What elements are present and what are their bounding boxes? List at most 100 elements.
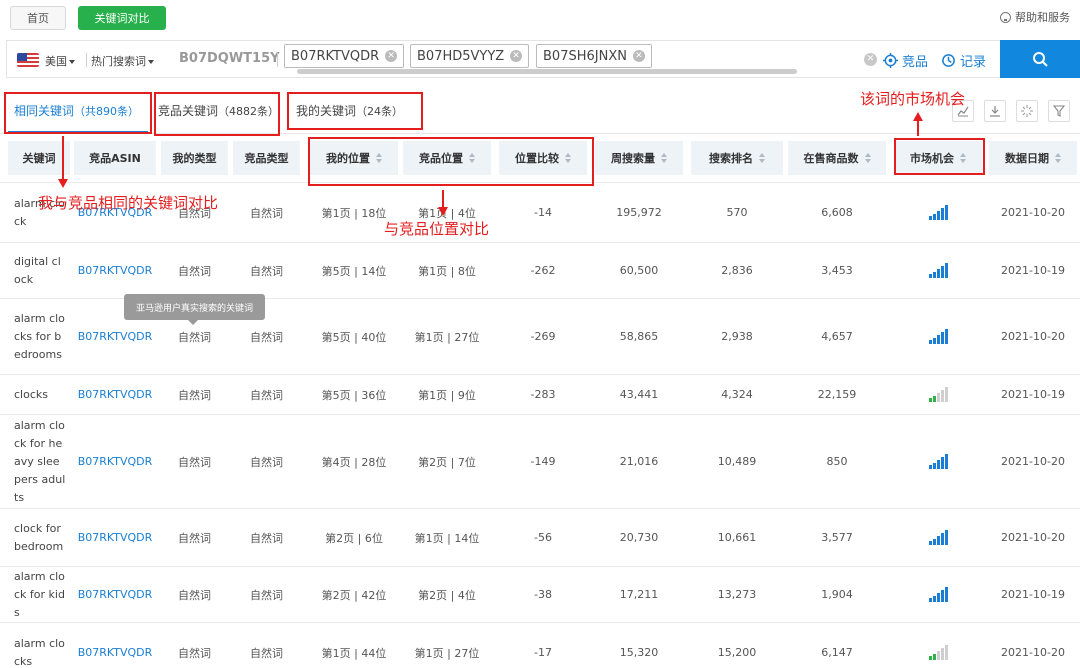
table-row[interactable]: alarm clocks B07RKTVQDR 自然词 自然词 第1页 | 44位 第1页… bbox=[0, 622, 1080, 668]
column-header-label: 竞品类型 bbox=[244, 152, 289, 165]
annotation-arrow bbox=[58, 136, 68, 188]
table-row[interactable]: alarm clock for kids B07RKTVQDR 自然词 自然词 第2页 … bbox=[0, 566, 1080, 622]
tab-same-keywords[interactable]: 相同关键词（共890条） bbox=[14, 102, 139, 119]
data-date-cell: 2021-10-19 bbox=[1001, 588, 1065, 601]
hot-words-select[interactable]: 热门搜索词 bbox=[91, 53, 154, 69]
record-link[interactable]: 记录 bbox=[941, 51, 986, 70]
asin-link[interactable]: B07RKTVQDR bbox=[74, 243, 156, 298]
sort-icon[interactable] bbox=[661, 153, 667, 163]
my-asin-input[interactable]: B07DQWT15Y bbox=[179, 51, 280, 66]
column-header-label: 数据日期 bbox=[1005, 152, 1049, 165]
asin-link[interactable]: B07RKTVQDR bbox=[74, 567, 156, 622]
filter-button[interactable] bbox=[1048, 100, 1070, 122]
download-button[interactable] bbox=[984, 100, 1006, 122]
top-bar: 首页 关键词对比 帮助和服务 bbox=[0, 0, 1080, 36]
asin-chip[interactable]: B07SH6JNXN ✕ bbox=[536, 44, 652, 68]
sort-icon[interactable] bbox=[1055, 153, 1061, 163]
table-row[interactable]: clocks B07RKTVQDR 自然词 自然词 第5页 | 36位 第1页 | 9位 -… bbox=[0, 374, 1080, 414]
competitor-position-cell: 第1页 | 27位 bbox=[414, 646, 480, 660]
tab-competitor-keywords[interactable]: 竞品关键词（4882条） bbox=[158, 102, 279, 119]
remove-chip-icon[interactable]: ✕ bbox=[510, 50, 523, 62]
sort-icon[interactable] bbox=[864, 153, 871, 163]
column-header[interactable]: 竞品类型 bbox=[233, 141, 300, 175]
column-header[interactable]: 市场机会 bbox=[894, 141, 982, 175]
column-header[interactable]: 竞品ASIN bbox=[74, 141, 156, 175]
column-header[interactable]: 在售商品数 bbox=[788, 141, 886, 175]
annotation-same-keywords: 我与竞品相同的关键词对比 bbox=[38, 194, 219, 212]
asin-chip-label: B07SH6JNXN bbox=[543, 48, 627, 64]
column-header[interactable]: 我的类型 bbox=[161, 141, 228, 175]
position-diff-cell: -14 bbox=[534, 206, 552, 219]
table-row[interactable]: clock for bedroom B07RKTVQDR 自然词 自然词 第2页 | 6… bbox=[0, 508, 1080, 566]
column-header[interactable]: 周搜索量 bbox=[595, 141, 683, 175]
tab-my-keywords[interactable]: 我的关键词（24条） bbox=[296, 102, 403, 119]
asin-link[interactable]: B07RKTVQDR bbox=[74, 509, 156, 566]
position-diff-cell: -38 bbox=[534, 588, 552, 601]
asin-chip[interactable]: B07RKTVQDR ✕ bbox=[284, 44, 405, 68]
sort-icon[interactable] bbox=[565, 153, 571, 163]
help-link[interactable]: 帮助和服务 bbox=[1000, 9, 1070, 25]
data-date-cell: 2021-10-20 bbox=[1001, 455, 1065, 468]
column-header[interactable]: 位置比较 bbox=[499, 141, 587, 175]
column-header[interactable]: 数据日期 bbox=[989, 141, 1077, 175]
column-header[interactable]: 我的位置 bbox=[310, 141, 398, 175]
column-header[interactable]: 竞品位置 bbox=[403, 141, 491, 175]
tab-label: 相同关键词 bbox=[14, 104, 75, 118]
annotation-arrow bbox=[913, 112, 923, 136]
asin-link[interactable]: B07RKTVQDR bbox=[74, 623, 156, 668]
search-button[interactable] bbox=[1000, 40, 1080, 78]
tooltip: 亚马逊用户真实搜索的关键词 bbox=[124, 294, 265, 325]
table-row[interactable]: digital clock B07RKTVQDR 自然词 自然词 第5页 | 14位 第1… bbox=[0, 242, 1080, 298]
sort-icon[interactable] bbox=[759, 153, 765, 163]
column-header-label: 竞品ASIN bbox=[89, 152, 141, 165]
competitor-position-cell: 第1页 | 14位 bbox=[414, 531, 480, 545]
keyword-cell: alarm clocks for bedrooms bbox=[14, 311, 65, 361]
clear-icon[interactable]: ✕ bbox=[864, 53, 877, 66]
help-label: 帮助和服务 bbox=[1015, 11, 1070, 24]
country-label: 美国 bbox=[45, 55, 67, 68]
my-position-cell: 第5页 | 14位 bbox=[321, 264, 387, 278]
loading-tool-button[interactable] bbox=[1016, 100, 1038, 122]
search-rank-cell: 10,489 bbox=[717, 455, 757, 468]
data-date-cell: 2021-10-19 bbox=[1001, 388, 1065, 401]
chevron-down-icon bbox=[69, 60, 75, 64]
sort-icon[interactable] bbox=[376, 153, 382, 163]
column-header-label: 竞品位置 bbox=[419, 152, 463, 165]
column-header-label: 在售商品数 bbox=[803, 152, 859, 165]
column-header[interactable]: 搜索排名 bbox=[691, 141, 783, 175]
remove-chip-icon[interactable]: ✕ bbox=[385, 50, 398, 62]
keyword-cell: clock for bedroom bbox=[14, 521, 64, 553]
asin-link[interactable]: B07RKTVQDR bbox=[74, 415, 156, 508]
asin-chip-label: B07RKTVQDR bbox=[291, 48, 380, 64]
my-position-cell: 第1页 | 44位 bbox=[321, 646, 387, 660]
table-row[interactable]: alarm clock for heavy sleepers adults B07… bbox=[0, 414, 1080, 508]
competitor-link[interactable]: 竞品 bbox=[883, 51, 928, 70]
weekly-search-cell: 43,441 bbox=[619, 388, 659, 401]
column-header[interactable]: 关键词 bbox=[8, 141, 70, 175]
competitor-type-cell: 自然词 bbox=[250, 264, 283, 278]
competitor-type-cell: 自然词 bbox=[250, 531, 283, 545]
sort-icon[interactable] bbox=[469, 153, 475, 163]
keyword-compare-button[interactable]: 关键词对比 bbox=[78, 6, 166, 30]
asin-link[interactable]: B07RKTVQDR bbox=[74, 375, 156, 414]
home-button[interactable]: 首页 bbox=[10, 6, 66, 30]
divider bbox=[277, 53, 278, 67]
annotation-market-opportunity: 该词的市场机会 bbox=[860, 90, 966, 108]
country-select[interactable]: 美国 bbox=[45, 53, 75, 69]
search-bar: 美国 热门搜索词 B07DQWT15Y B07RKTVQDR ✕ B07HD5V… bbox=[6, 40, 1080, 78]
position-diff-cell: -283 bbox=[530, 388, 556, 401]
competitor-position-cell: 第1页 | 27位 bbox=[414, 330, 480, 344]
remove-chip-icon[interactable]: ✕ bbox=[632, 50, 645, 62]
spinner-icon bbox=[1021, 105, 1033, 117]
weekly-search-cell: 21,016 bbox=[619, 455, 659, 468]
products-count-cell: 22,159 bbox=[817, 388, 857, 401]
chip-scrollbar[interactable] bbox=[297, 69, 797, 74]
keyword-cell: alarm clock for kids bbox=[14, 569, 65, 619]
products-count-cell: 6,147 bbox=[821, 646, 853, 659]
tab-count: （共890条） bbox=[74, 105, 140, 118]
asin-chip-label: B07HD5VYYZ bbox=[417, 48, 505, 64]
asin-chip[interactable]: B07HD5VYYZ ✕ bbox=[410, 44, 530, 68]
sort-icon[interactable] bbox=[960, 153, 966, 163]
column-header-label: 搜索排名 bbox=[709, 152, 753, 165]
my-type-cell: 自然词 bbox=[178, 646, 211, 660]
